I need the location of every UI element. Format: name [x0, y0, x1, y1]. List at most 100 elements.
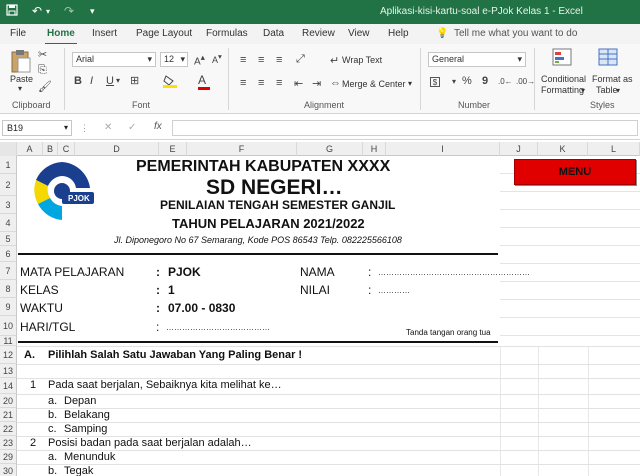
copy-icon[interactable]: ⎘ [38, 64, 47, 77]
row-header[interactable]: 9 [0, 298, 17, 316]
decrease-font-icon[interactable]: A▾ [212, 52, 222, 65]
fill-color-icon[interactable] [163, 74, 177, 91]
name-value[interactable]: ………………………………………………… [378, 268, 530, 277]
orientation-icon[interactable]: ⤢ [296, 53, 305, 66]
align-middle-icon[interactable]: ≡ [258, 54, 264, 66]
column-header[interactable]: E [159, 142, 187, 156]
undo-dropdown-icon[interactable]: ▾ [46, 7, 50, 16]
tell-me-input[interactable]: Tell me what you want to do [454, 28, 577, 39]
align-top-icon[interactable]: ≡ [240, 54, 246, 66]
date-value[interactable]: ………………………………… [166, 323, 270, 332]
merge-center-button[interactable]: Merge & Center [342, 79, 406, 89]
column-header[interactable]: C [58, 142, 75, 156]
format-table-dropdown-icon[interactable]: ▾ [616, 86, 620, 95]
row-header[interactable]: 23 [0, 436, 17, 450]
column-header[interactable]: D [75, 142, 159, 156]
format-painter-icon[interactable]: 🖌 [38, 80, 52, 93]
enter-icon[interactable]: ✓ [128, 122, 136, 133]
italic-button[interactable]: I [90, 75, 93, 87]
subject-value[interactable]: PJOK [168, 265, 201, 279]
tab-data[interactable]: Data [263, 28, 284, 39]
conditional-formatting-label[interactable]: Formatting [541, 85, 584, 95]
format-as-table-label[interactable]: Table [596, 85, 618, 95]
row-header[interactable]: 3 [0, 196, 17, 214]
cancel-icon[interactable]: ✕ [104, 122, 112, 133]
row-header[interactable]: 21 [0, 408, 17, 422]
font-size-select[interactable]: 12 ▾ [160, 52, 188, 67]
borders-icon[interactable]: ⊞ [130, 74, 139, 87]
increase-indent-icon[interactable]: ⇥ [312, 77, 321, 90]
merge-dropdown-icon[interactable]: ▾ [408, 79, 412, 88]
underline-button[interactable]: U [106, 75, 114, 87]
column-header[interactable]: F [187, 142, 297, 156]
cut-icon[interactable]: ✂ [38, 48, 47, 61]
decrease-decimal-icon[interactable]: .00→ [516, 77, 535, 86]
tab-home[interactable]: Home [45, 28, 77, 45]
number-format-select[interactable]: General ▾ [428, 52, 526, 67]
row-header[interactable]: 20 [0, 394, 17, 408]
column-header[interactable]: B [43, 142, 58, 156]
wrap-text-icon[interactable]: ↵ [330, 54, 339, 67]
paste-dropdown-icon[interactable]: ▾ [18, 84, 22, 93]
row-header[interactable]: 4 [0, 214, 17, 232]
row-header[interactable]: 13 [0, 364, 17, 378]
tab-view[interactable]: View [348, 28, 370, 39]
bold-button[interactable]: B [74, 75, 82, 87]
increase-decimal-icon[interactable]: .0← [498, 77, 513, 86]
column-header[interactable]: I [386, 142, 500, 156]
font-color-icon[interactable]: A [198, 73, 210, 90]
merge-center-icon[interactable]: ⇔ [330, 77, 341, 89]
class-value[interactable]: 1 [168, 283, 175, 297]
tab-file[interactable]: File [10, 28, 26, 39]
tab-formulas[interactable]: Formulas [206, 28, 248, 39]
paste-icon[interactable] [10, 48, 32, 77]
undo-icon[interactable]: ↶ [32, 4, 42, 18]
column-header[interactable]: K [538, 142, 588, 156]
column-header[interactable]: J [500, 142, 538, 156]
align-left-icon[interactable]: ≡ [240, 77, 246, 89]
row-header[interactable]: 12 [0, 346, 17, 364]
column-header[interactable]: H [363, 142, 386, 156]
insert-function-icon[interactable]: fx [154, 121, 162, 132]
align-bottom-icon[interactable]: ≡ [276, 54, 282, 66]
name-box[interactable]: B19 ▾ [2, 120, 72, 136]
score-value[interactable]: ………… [378, 286, 410, 295]
align-center-icon[interactable]: ≡ [258, 77, 264, 89]
name-box-dropdown-icon[interactable]: ▾ [64, 123, 68, 132]
row-header[interactable]: 14 [0, 378, 17, 394]
currency-icon[interactable]: $ [430, 76, 440, 88]
align-right-icon[interactable]: ≡ [276, 77, 282, 89]
tab-page-layout[interactable]: Page Layout [136, 28, 192, 39]
redo-icon[interactable]: ↷ [64, 4, 74, 18]
font-name-select[interactable]: Arial ▾ [72, 52, 156, 67]
select-all-corner[interactable] [0, 142, 17, 156]
format-as-table-button[interactable]: Format as [592, 74, 633, 84]
customize-toolbar-icon[interactable]: ▾ [90, 6, 95, 17]
row-header[interactable]: 6 [0, 246, 17, 262]
time-value[interactable]: 07.00 - 0830 [168, 301, 235, 315]
conditional-formatting-icon[interactable] [552, 48, 572, 69]
row-header[interactable]: 10 [0, 316, 17, 336]
increase-font-icon[interactable]: A▴ [194, 52, 205, 67]
row-header[interactable]: 2 [0, 174, 17, 196]
row-header[interactable]: 8 [0, 280, 17, 298]
format-as-table-icon[interactable] [598, 48, 618, 69]
column-header[interactable]: L [588, 142, 640, 156]
row-header[interactable]: 22 [0, 422, 17, 436]
conditional-formatting-button[interactable]: Conditional [541, 74, 586, 84]
percent-button[interactable]: % [462, 75, 472, 87]
wrap-text-button[interactable]: Wrap Text [342, 55, 382, 65]
menu-button[interactable]: MENU [514, 159, 636, 185]
row-header[interactable]: 30 [0, 464, 17, 476]
row-header[interactable]: 29 [0, 450, 17, 464]
row-header[interactable]: 11 [0, 336, 17, 346]
column-header[interactable]: A [17, 142, 43, 156]
formula-input[interactable] [172, 120, 638, 136]
column-header[interactable]: G [297, 142, 363, 156]
tab-review[interactable]: Review [302, 28, 335, 39]
tab-help[interactable]: Help [388, 28, 409, 39]
currency-dropdown-icon[interactable]: ▾ [452, 77, 456, 86]
tab-insert[interactable]: Insert [92, 28, 117, 39]
row-header[interactable]: 7 [0, 262, 17, 280]
conditional-dropdown-icon[interactable]: ▾ [581, 86, 585, 95]
